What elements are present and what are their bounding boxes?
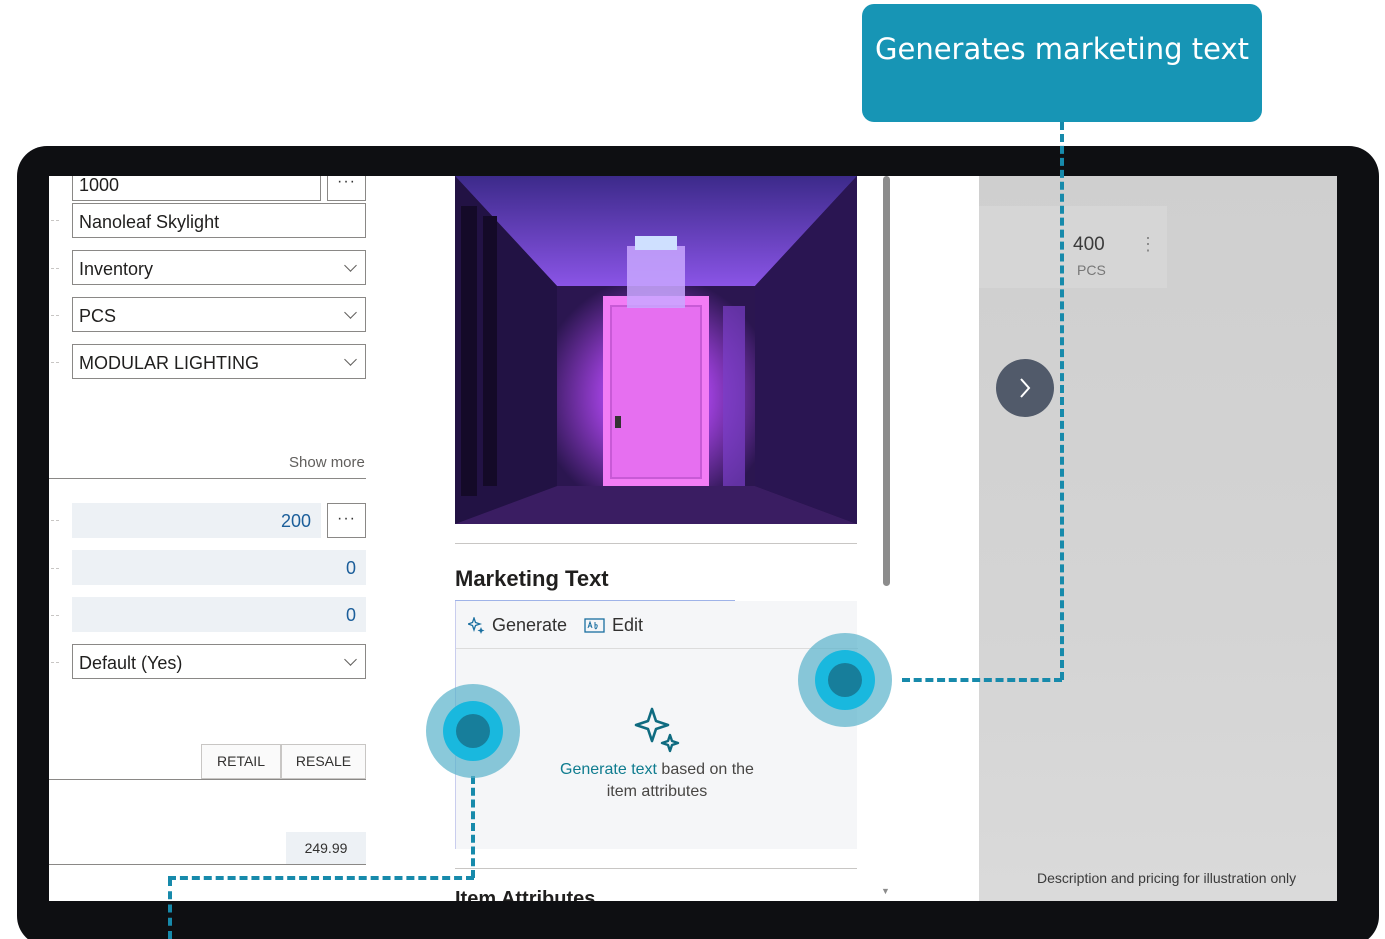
no-value: 1000 <box>79 176 120 195</box>
edit-label: Edit <box>612 615 644 635</box>
empty-state-text: Generate text based on the item attribut… <box>456 759 858 803</box>
section-divider <box>455 543 857 544</box>
hotspot-core <box>456 714 490 748</box>
callout-box: Generates marketing text <box>862 4 1262 122</box>
spellcheck-icon <box>584 617 605 633</box>
no-lookup-button[interactable]: ··· <box>327 176 366 201</box>
field-tick <box>51 520 59 521</box>
chevron-down-icon <box>344 653 357 666</box>
hallway-image <box>455 176 857 524</box>
type-select[interactable]: Inventory <box>72 250 366 285</box>
section-divider <box>49 779 366 780</box>
dots-label: ··· <box>337 176 356 190</box>
type-value: Inventory <box>79 259 154 279</box>
field-tick <box>51 662 59 663</box>
item-form: 1000 ··· Nanoleaf Skylight Inventory PCS… <box>49 176 401 901</box>
scroll-down-arrow-icon[interactable]: ▼ <box>881 886 890 896</box>
category-select[interactable]: MODULAR LIGHTING <box>72 344 366 379</box>
inventory-field[interactable]: 200 <box>72 503 321 538</box>
description-field[interactable]: Nanoleaf Skylight <box>72 203 366 238</box>
segment-resale-label: RESALE <box>295 753 352 769</box>
empty-state-rest-2: item attributes <box>606 783 708 800</box>
next-button[interactable] <box>996 359 1054 417</box>
generate-button[interactable]: Generate <box>468 615 567 636</box>
chevron-down-icon <box>344 259 357 272</box>
chevron-down-icon <box>344 353 357 366</box>
sparkle-icon <box>468 616 485 634</box>
unit-value: PCS <box>79 306 117 326</box>
field-tick <box>51 268 59 269</box>
sparkle-large-icon <box>632 705 680 758</box>
product-image <box>455 176 857 524</box>
price-value: 249.99 <box>304 840 348 856</box>
quantity-value-2: 0 <box>345 558 356 578</box>
inventory-lookup-button[interactable]: ··· <box>327 503 366 538</box>
quantity-value-3: 0 <box>345 605 356 625</box>
section-divider <box>49 864 366 865</box>
generate-text-link[interactable]: Generate text <box>560 761 657 778</box>
field-tick <box>51 362 59 363</box>
field-tick <box>51 568 59 569</box>
default-value: Default (Yes) <box>79 653 183 673</box>
empty-state-rest: based on the <box>656 761 754 778</box>
show-more-link[interactable]: Show more <box>289 454 365 471</box>
stock-quantity: 400 <box>1073 234 1105 255</box>
connector-line <box>168 878 172 939</box>
generate-label: Generate <box>492 615 568 635</box>
callout-text: Generates marketing text <box>875 32 1249 66</box>
section-divider <box>455 868 857 869</box>
app-screen: 1000 ··· Nanoleaf Skylight Inventory PCS… <box>49 176 1337 901</box>
price-field[interactable]: 249.99 <box>286 832 366 864</box>
connector-line <box>471 776 475 878</box>
category-value: MODULAR LIGHTING <box>79 353 260 373</box>
disclaimer-text: Description and pricing for illustration… <box>1037 870 1297 886</box>
chevron-right-icon <box>1020 378 1031 398</box>
segment-retail-label: RETAIL <box>217 753 265 769</box>
field-tick <box>51 220 59 221</box>
quantity-field-2[interactable]: 0 <box>72 550 366 585</box>
no-field[interactable]: 1000 <box>72 176 321 201</box>
marketing-toolbar: Generate Edit <box>456 601 858 649</box>
inventory-value: 200 <box>280 511 311 531</box>
quantity-field-3[interactable]: 0 <box>72 597 366 632</box>
hotspot-generate[interactable] <box>798 633 892 727</box>
connector-line <box>168 876 474 880</box>
segment-resale[interactable]: RESALE <box>281 744 366 779</box>
section-divider <box>49 478 366 479</box>
unit-select[interactable]: PCS <box>72 297 366 332</box>
mid-scrollbar[interactable] <box>883 176 890 586</box>
connector-line <box>902 678 1062 682</box>
segment-retail[interactable]: RETAIL <box>201 744 281 779</box>
more-options-icon[interactable]: ⋮ <box>1139 234 1157 255</box>
chevron-down-icon <box>344 306 357 319</box>
factbox-panel: Marketing Text Generate Edit Generate te… <box>389 176 979 901</box>
item-attributes-title: Item Attributes <box>455 888 596 901</box>
stock-unit: PCS <box>1077 262 1106 278</box>
field-tick <box>51 315 59 316</box>
hotspot-card[interactable] <box>426 684 520 778</box>
connector-line <box>1060 122 1064 680</box>
hotspot-core <box>828 663 862 697</box>
dots-label: ··· <box>337 510 356 527</box>
stage: Generates marketing text 1000 ··· Nanole… <box>0 0 1385 939</box>
field-tick <box>51 615 59 616</box>
description-value: Nanoleaf Skylight <box>79 212 220 232</box>
marketing-text-title: Marketing Text <box>455 566 609 591</box>
default-select[interactable]: Default (Yes) <box>72 644 366 679</box>
right-overlay-panel: 400 PCS ⋮ Description and pricing for il… <box>979 176 1337 901</box>
edit-button[interactable]: Edit <box>584 615 643 636</box>
